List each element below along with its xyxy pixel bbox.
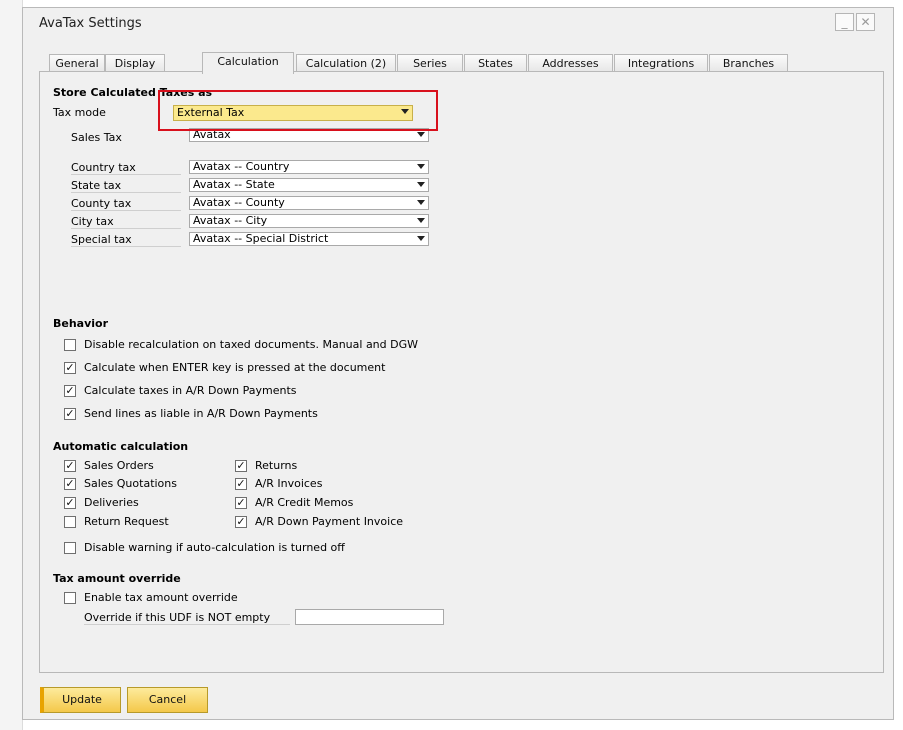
tab-states[interactable]: States (464, 54, 527, 72)
country-tax-value: Avatax -- Country (193, 160, 290, 173)
returns-label: Returns (255, 459, 298, 472)
chevron-down-icon (417, 132, 425, 137)
sales-tax-value: Avatax (193, 128, 231, 141)
override-udf-input[interactable] (295, 609, 444, 625)
sales-tax-select[interactable]: Avatax (189, 128, 429, 142)
tax-mode-select[interactable]: External Tax (173, 105, 413, 121)
calc-enter-label: Calculate when ENTER key is pressed at t… (84, 361, 386, 374)
avatax-settings-window: AvaTax Settings _ ✕ General Display Calc… (22, 7, 894, 720)
behavior-heading: Behavior (53, 317, 109, 330)
background-window-edge (0, 0, 23, 730)
cancel-button[interactable]: Cancel (127, 687, 208, 713)
store-taxes-heading: Store Calculated Taxes as (53, 86, 213, 99)
checkbox-ar-credit-memos[interactable]: ✓ (235, 497, 247, 509)
county-tax-select[interactable]: Avatax -- County (189, 196, 429, 210)
chevron-down-icon (417, 236, 425, 241)
tax-override-heading: Tax amount override (53, 572, 181, 585)
tab-calculation-2[interactable]: Calculation (2) (296, 54, 396, 72)
calc-down-payments-label: Calculate taxes in A/R Down Payments (84, 384, 297, 397)
checkbox-calc-down-payments[interactable]: ✓ (64, 385, 76, 397)
send-liable-label: Send lines as liable in A/R Down Payment… (84, 407, 318, 420)
override-udf-label: Override if this UDF is NOT empty (84, 611, 290, 625)
ar-invoices-label: A/R Invoices (255, 477, 323, 490)
disable-warning-label: Disable warning if auto-calculation is t… (84, 541, 345, 554)
tab-calculation[interactable]: Calculation (202, 52, 294, 74)
chevron-down-icon (417, 218, 425, 223)
checkbox-ar-invoices[interactable]: ✓ (235, 478, 247, 490)
checkbox-deliveries[interactable]: ✓ (64, 497, 76, 509)
country-tax-select[interactable]: Avatax -- Country (189, 160, 429, 174)
chevron-down-icon (417, 200, 425, 205)
tab-general[interactable]: General (49, 54, 105, 72)
tax-mode-value: External Tax (177, 106, 245, 119)
tab-branches[interactable]: Branches (709, 54, 788, 72)
ar-down-payment-invoice-label: A/R Down Payment Invoice (255, 515, 404, 528)
county-tax-value: Avatax -- County (193, 196, 285, 209)
deliveries-label: Deliveries (84, 496, 139, 509)
checkbox-return-request[interactable] (64, 516, 76, 528)
auto-calc-heading: Automatic calculation (53, 440, 189, 453)
return-request-label: Return Request (84, 515, 169, 528)
checkbox-returns[interactable]: ✓ (235, 460, 247, 472)
disable-recalc-label: Disable recalculation on taxed documents… (84, 338, 419, 351)
checkbox-send-liable[interactable]: ✓ (64, 408, 76, 420)
sales-orders-label: Sales Orders (84, 459, 154, 472)
ar-credit-memos-label: A/R Credit Memos (255, 496, 354, 509)
city-tax-value: Avatax -- City (193, 214, 268, 227)
tab-integrations[interactable]: Integrations (614, 54, 708, 72)
tax-mode-label: Tax mode (53, 106, 106, 119)
checkbox-disable-warning[interactable] (64, 542, 76, 554)
tab-series[interactable]: Series (397, 54, 463, 72)
county-tax-label: County tax (71, 197, 181, 211)
tab-addresses[interactable]: Addresses (528, 54, 613, 72)
special-tax-label: Special tax (71, 233, 181, 247)
state-tax-label: State tax (71, 179, 181, 193)
tab-display[interactable]: Display (105, 54, 165, 72)
chevron-down-icon (417, 182, 425, 187)
enable-override-label: Enable tax amount override (84, 591, 238, 604)
city-tax-select[interactable]: Avatax -- City (189, 214, 429, 228)
state-tax-value: Avatax -- State (193, 178, 275, 191)
chevron-down-icon (401, 109, 409, 114)
window-title: AvaTax Settings (39, 16, 142, 31)
country-tax-label: Country tax (71, 161, 181, 175)
minimize-button[interactable]: _ (835, 13, 854, 31)
update-button[interactable]: Update (40, 687, 121, 713)
checkbox-sales-quotations[interactable]: ✓ (64, 478, 76, 490)
checkbox-calc-enter[interactable]: ✓ (64, 362, 76, 374)
checkbox-disable-recalc[interactable] (64, 339, 76, 351)
sales-quotations-label: Sales Quotations (84, 477, 177, 490)
special-tax-value: Avatax -- Special District (193, 232, 329, 245)
checkbox-ar-down-payment-invoice[interactable]: ✓ (235, 516, 247, 528)
checkbox-sales-orders[interactable]: ✓ (64, 460, 76, 472)
special-tax-select[interactable]: Avatax -- Special District (189, 232, 429, 246)
close-button[interactable]: ✕ (856, 13, 875, 31)
title-bar: AvaTax Settings _ ✕ (23, 8, 893, 38)
sales-tax-label: Sales Tax (71, 131, 122, 144)
chevron-down-icon (417, 164, 425, 169)
state-tax-select[interactable]: Avatax -- State (189, 178, 429, 192)
checkbox-enable-override[interactable] (64, 592, 76, 604)
city-tax-label: City tax (71, 215, 181, 229)
